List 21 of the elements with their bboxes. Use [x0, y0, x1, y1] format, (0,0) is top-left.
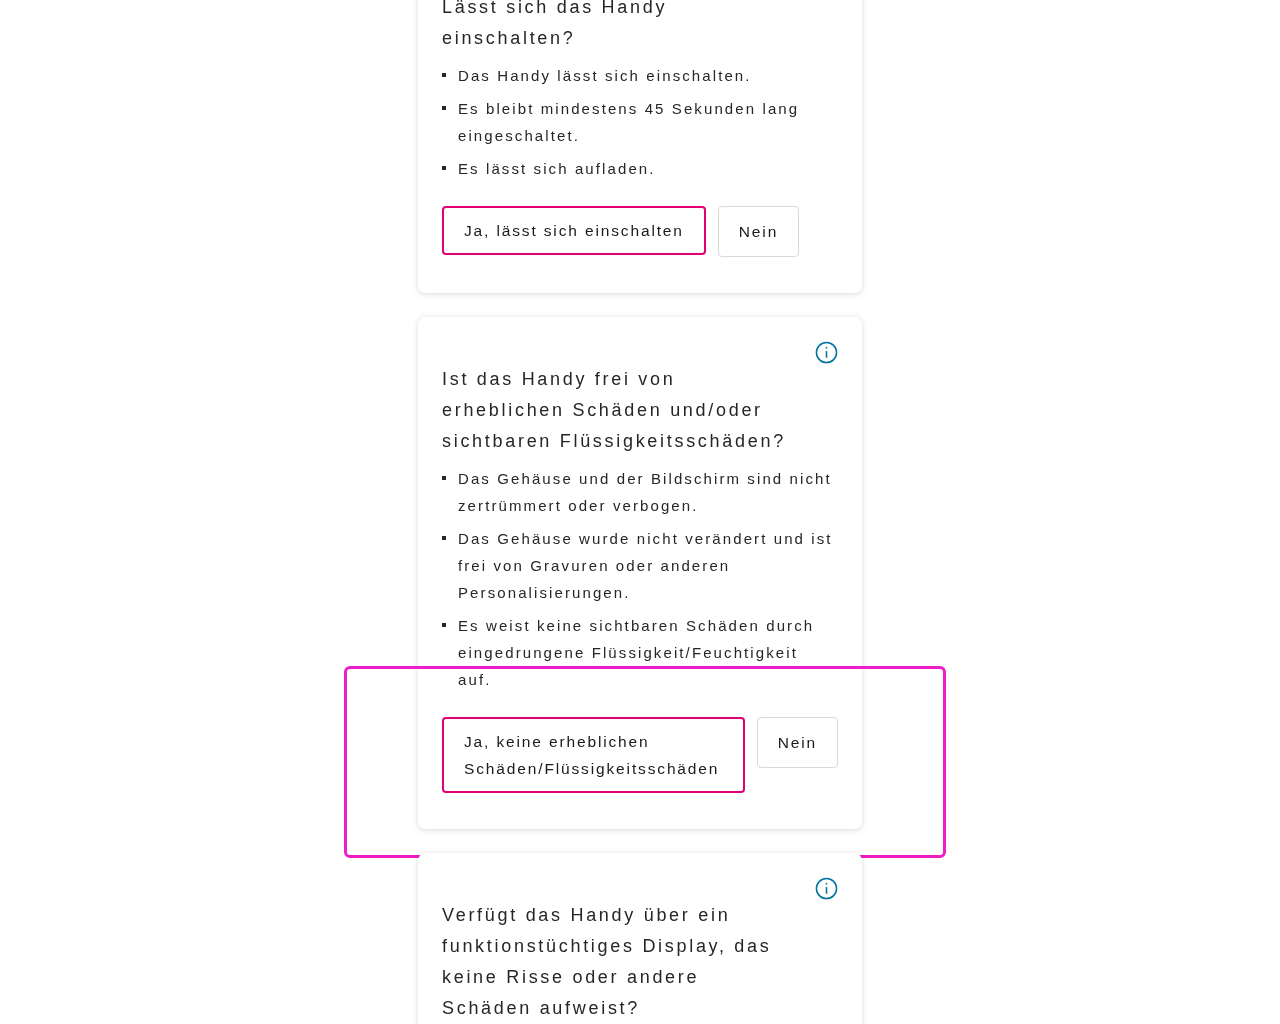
criterion-text: Das Handy lässt sich einschalten. [458, 66, 752, 86]
criterion-text: Es lässt sich aufladen. [458, 159, 656, 179]
answer-button[interactable]: Nein [756, 717, 838, 768]
question-title: Ist das Handy frei von erheblichen Schäden und/oder sichtbaren Flüssigkeitsschäden? [442, 368, 787, 453]
question-title: Lässt sich das Handy einschalten? [442, 0, 669, 50]
criterion-text: Es weist keine sichtbaren Schäden durch eingedrungene Flüssigkeit/Feuchtigkeit auf. [458, 616, 816, 690]
criterion-text: Das Gehäuse wurde nicht verändert und ist frei von Gravuren oder anderen Personalisierungen. [458, 529, 833, 603]
answer-button[interactable]: Ja, lässt sich einschalten [442, 206, 706, 255]
bullet-icon [442, 73, 446, 77]
criterion-text: Es bleibt mindestens 45 Sekunden lang eingeschaltet. [458, 99, 801, 146]
info-icon[interactable] [815, 877, 838, 900]
bullet-icon [442, 476, 446, 480]
answer-button[interactable]: Nein [717, 206, 800, 257]
info-icon[interactable] [815, 341, 838, 364]
bullet-icon [442, 166, 446, 170]
bullet-icon [442, 536, 446, 540]
answer-button[interactable]: Ja, keine erheblichen Schäden/Flüssigkeitsschäden [442, 717, 745, 793]
bullet-icon [442, 106, 446, 110]
question-title: Verfügt das Handy über ein funktionstüchtiges Display, das keine Risse oder andere Schäden aufweist? [442, 904, 773, 1020]
criterion-text: Das Gehäuse und der Bildschirm sind nicht zertrümmert oder verbogen. [458, 469, 833, 516]
bullet-icon [442, 623, 446, 627]
